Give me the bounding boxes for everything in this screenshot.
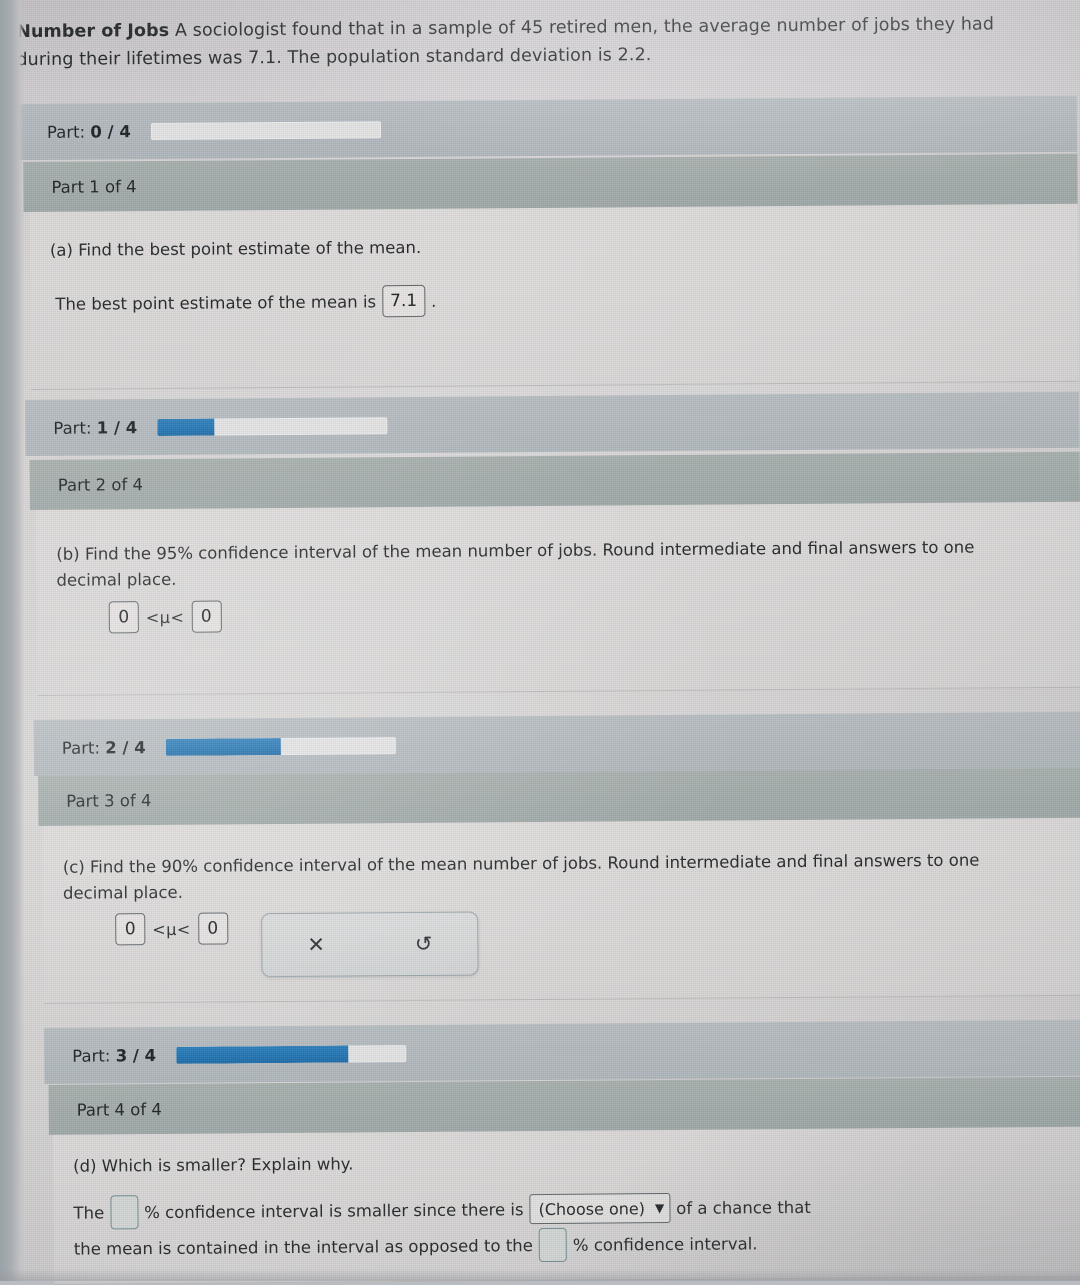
confidence-interval-c: 0 <μ< 0 [115,912,228,945]
ci-upper-input-b[interactable]: 0 [191,601,221,633]
score-bar-part-3: Part: 3 / 4 [44,1020,1080,1084]
confidence-interval-b: 0 <μ< 0 [109,601,222,634]
ci-lower-input-b[interactable]: 0 [109,601,139,633]
d-line1-text-b: % confidence interval is smaller since t… [144,1200,524,1222]
answer-trail-a: . [431,291,436,310]
answer-row-d-line2: the mean is contained in the interval as… [74,1226,758,1265]
d-line1-text-c: of a chance that [676,1197,811,1217]
part-header-3: Part 3 of 4 [38,768,1080,826]
progress-track-3 [176,1045,406,1064]
score-value-2: 2 / 4 [105,738,146,757]
progress-fill-3 [176,1045,349,1063]
progress-fill-1 [157,418,215,435]
ci-upper-input-c[interactable]: 0 [198,912,228,944]
chevron-down-icon: ▼ [655,1202,664,1214]
undo-icon[interactable]: ↺ [370,933,478,955]
part-header-label-1: Part 1 of 4 [51,177,136,197]
progress-track-0 [151,121,381,140]
monitor-left-edge [0,0,24,1281]
score-label-2: Part: 2 / 4 [62,738,146,758]
score-label-1: Part: 1 / 4 [53,418,137,438]
score-value-3: 3 / 4 [116,1046,157,1065]
ci-operator-left-c: <μ< [152,919,191,938]
progress-track-2 [166,737,396,756]
question-c: (c) Find the 90% confidence interval of … [63,847,1023,907]
chance-select-value: (Choose one) [538,1199,645,1219]
question-b: (b) Find the 95% confidence interval of … [56,534,1021,594]
answer-row-a: The best point estimate of the mean is 7… [55,285,436,320]
clear-x-icon[interactable]: ✕ [262,934,370,956]
part-header-4: Part 4 of 4 [48,1077,1080,1135]
part-header-label-3: Part 3 of 4 [66,791,151,811]
answer-lead-a: The best point estimate of the mean is [55,292,376,314]
d-percent-input-2[interactable] [539,1228,567,1262]
ci-lower-input-c[interactable]: 0 [115,913,145,945]
point-estimate-input[interactable]: 7.1 [382,285,425,317]
score-value-0: 0 / 4 [90,122,131,141]
d-line2-text-b: % confidence interval. [573,1234,758,1254]
problem-title: Number of Jobs [16,21,169,42]
d-line2-text-a: the mean is contained in the interval as… [74,1236,533,1259]
quiz-page: Number of Jobs A sociologist found that … [0,0,1080,1285]
part-header-1: Part 1 of 4 [23,154,1077,212]
math-toolbar: ✕ ↺ [261,911,478,977]
progress-fill-2 [166,738,281,756]
part-header-label-4: Part 4 of 4 [77,1099,162,1119]
score-bar-part-0: Part: 0 / 4 [19,96,1077,160]
part-header-label-2: Part 2 of 4 [58,475,143,495]
d-line1-text-a: The [73,1203,104,1222]
answer-row-d-line1: The % confidence interval is smaller sin… [73,1190,811,1230]
monitor-bottom-edge [0,1269,1080,1281]
score-bar-part-1: Part: 1 / 4 [25,392,1079,456]
part-body-2 [36,502,1080,696]
score-label-0: Part: 0 / 4 [47,122,131,142]
score-label-3: Part: 3 / 4 [72,1046,156,1066]
progress-track-1 [157,417,387,436]
ci-operator-left-b: <μ< [146,607,185,626]
score-value-1: 1 / 4 [97,418,138,437]
score-bar-part-2: Part: 2 / 4 [34,712,1080,776]
problem-statement: Number of Jobs A sociologist found that … [16,10,1031,75]
chance-select[interactable]: (Choose one) ▼ [529,1193,670,1224]
part-body-3 [42,818,1080,1004]
d-percent-input-1[interactable] [110,1195,138,1229]
part-header-2: Part 2 of 4 [30,452,1080,510]
